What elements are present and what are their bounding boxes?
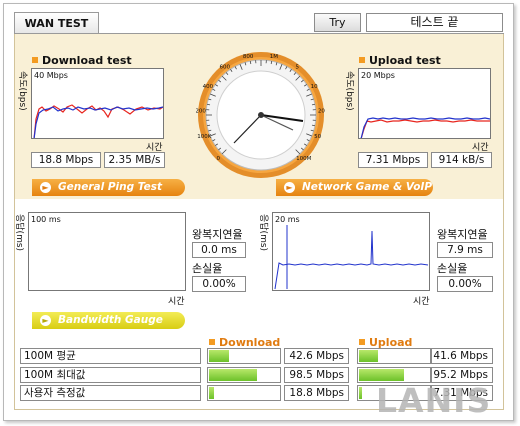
dial-tick-label: 1M xyxy=(270,54,278,60)
game-y-label: 응답(ms) xyxy=(258,214,268,252)
dial-tick-label: 20 xyxy=(318,109,325,115)
download-bar-fill xyxy=(209,369,257,381)
arrow-right-icon: ► xyxy=(284,182,295,193)
orange-square-icon xyxy=(32,57,38,63)
dial-tick-label: 5 xyxy=(296,65,300,71)
download-y-label: 속도(bps) xyxy=(17,71,27,111)
orange-square-icon xyxy=(359,57,365,63)
download-chart: 40 Mbps xyxy=(31,68,164,139)
upload-bar-value: 41.6 Mbps xyxy=(431,348,493,364)
download-bar-value: 98.5 Mbps xyxy=(284,367,349,383)
download-bar-fill xyxy=(209,387,214,399)
dial-tick-label: 50 xyxy=(314,134,321,140)
arrow-right-icon: ► xyxy=(40,182,51,193)
game-rtt-label: 왕복지연율 xyxy=(437,228,488,241)
download-bar xyxy=(207,385,281,401)
upload-bar-fill xyxy=(359,350,378,362)
download-title: Download test xyxy=(32,54,132,67)
upload-bar-fill xyxy=(359,387,362,399)
download-series-red xyxy=(33,104,163,138)
general-ping-banner: ► General Ping Test xyxy=(32,179,185,196)
upload-kbs-value: 914 kB/s xyxy=(431,152,492,168)
download-mbs-value: 2.35 MB/s xyxy=(104,152,165,168)
game-loss-label: 손실율 xyxy=(437,262,468,275)
download-mbps-value: 18.8 Mbps xyxy=(31,152,101,168)
upload-axis-max: 20 Mbps xyxy=(361,71,395,80)
arrow-right-icon: ► xyxy=(40,315,51,326)
upload-bar xyxy=(357,348,431,364)
orange-square-icon xyxy=(209,339,215,345)
dial-tick-label: 200 xyxy=(196,109,206,115)
upload-bar-fill xyxy=(359,369,404,381)
ping-chart: 100 ms xyxy=(28,212,186,291)
ping-rtt-value: 0.0 ms xyxy=(192,242,246,258)
game-chart: 20 ms xyxy=(272,212,430,291)
gauge-row-label: 사용자 측정값 xyxy=(20,385,201,401)
dial-tick-label: 100K xyxy=(197,134,211,140)
game-axis-max: 20 ms xyxy=(275,215,300,224)
game-voip-banner: ► Network Game & VoIP Test xyxy=(276,179,433,210)
dial-tick-label: 400 xyxy=(203,84,214,90)
download-bar-value: 18.8 Mbps xyxy=(284,385,349,401)
gauge-row-label: 100M 평균 xyxy=(20,348,201,364)
gauge-row-label: 100M 최대값 xyxy=(20,367,201,383)
upload-chart: 20 Mbps xyxy=(358,68,491,139)
upload-mbps-value: 7.31 Mbps xyxy=(358,152,428,168)
upload-series-red xyxy=(360,119,490,138)
download-axis-max: 40 Mbps xyxy=(34,71,68,80)
dial-tick-label: 600 xyxy=(219,65,230,71)
ping-loss-value: 0.00% xyxy=(192,276,246,292)
dial-tick-label: 800 xyxy=(243,54,254,60)
upload-title: Upload test xyxy=(359,54,441,67)
ping-axis-max: 100 ms xyxy=(31,215,61,224)
game-x-label: 시간 xyxy=(413,297,430,307)
game-loss-value: 0.00% xyxy=(437,276,493,292)
download-bar-fill xyxy=(209,350,229,362)
dial-tick-label: 100M xyxy=(296,156,311,162)
bandwidth-gauge-banner: ► Bandwidth Gauge xyxy=(32,312,185,329)
lanis-logo: LANIS xyxy=(376,381,492,420)
download-bar xyxy=(207,348,281,364)
orange-square-icon xyxy=(359,339,365,345)
speedometer-dial: 0 100K 200 400 600 800 1M 5 10 20 50 100M xyxy=(195,52,325,178)
upload-y-label: 속도(bps) xyxy=(344,71,354,111)
try-again-button[interactable]: Try again xyxy=(314,13,361,46)
download-series-blue xyxy=(33,106,163,138)
ping-x-label: 시간 xyxy=(168,297,185,307)
game-rtt-value: 7.9 ms xyxy=(437,242,493,258)
status-box: 테스트 끝 xyxy=(366,13,503,32)
ping-y-label: 응답(ms) xyxy=(14,214,24,252)
ping-loss-label: 손실율 xyxy=(192,262,223,275)
speedometer: 0 100K 200 400 600 800 1M 5 10 20 50 100M xyxy=(195,50,326,180)
ping-rtt-label: 왕복지연율 xyxy=(192,228,243,241)
download-bar-value: 42.6 Mbps xyxy=(284,348,349,364)
dial-tick-label: 0 xyxy=(216,156,220,162)
download-bar xyxy=(207,367,281,383)
tab-wan-test[interactable]: WAN TEST xyxy=(14,12,99,34)
game-latency-series xyxy=(274,230,429,290)
dial-tick-label: 10 xyxy=(311,84,318,90)
